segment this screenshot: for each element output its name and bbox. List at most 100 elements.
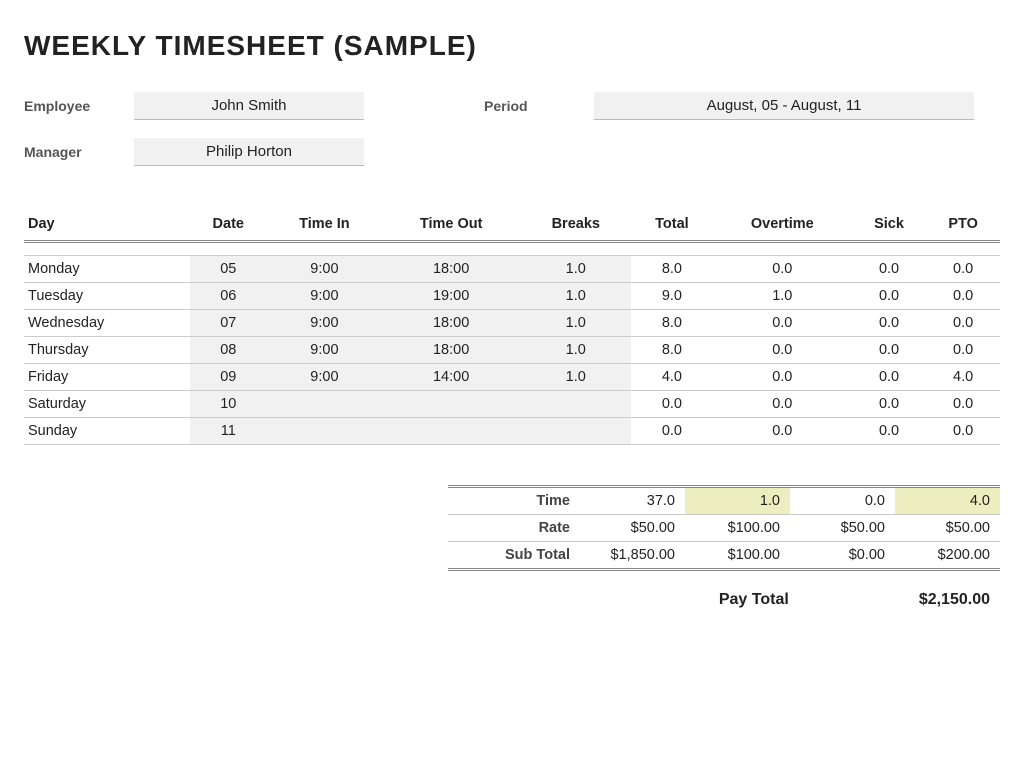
employee-label: Employee	[24, 98, 134, 114]
cell-time-in[interactable]: 9:00	[267, 283, 382, 310]
cell-time-out[interactable]: 14:00	[382, 364, 521, 391]
cell-breaks[interactable]: 1.0	[520, 283, 631, 310]
cell-total: 8.0	[631, 337, 713, 364]
cell-time-out[interactable]	[382, 418, 521, 445]
cell-overtime: 0.0	[713, 256, 852, 283]
cell-time-in[interactable]: 9:00	[267, 337, 382, 364]
cell-time-out[interactable]	[382, 391, 521, 418]
cell-pto: 4.0	[926, 364, 1000, 391]
cell-overtime: 0.0	[713, 391, 852, 418]
cell-sick: 0.0	[852, 418, 926, 445]
cell-time-in[interactable]: 9:00	[267, 256, 382, 283]
manager-value[interactable]: Philip Horton	[134, 138, 364, 166]
pay-total-label: Pay Total	[719, 591, 789, 609]
summary-rate-label: Rate	[448, 515, 580, 542]
cell-breaks[interactable]: 1.0	[520, 310, 631, 337]
cell-day: Saturday	[24, 391, 190, 418]
cell-time-in[interactable]: 9:00	[267, 364, 382, 391]
timesheet-table: Day Date Time In Time Out Breaks Total O…	[24, 210, 1000, 445]
summary-rate-ot: $100.00	[685, 515, 790, 542]
summary-time-pto: 4.0	[895, 487, 1000, 515]
cell-date[interactable]: 08	[190, 337, 267, 364]
table-row: Tuesday069:0019:001.09.01.00.00.0	[24, 283, 1000, 310]
cell-date[interactable]: 09	[190, 364, 267, 391]
cell-total: 8.0	[631, 256, 713, 283]
summary-time-ot: 1.0	[685, 487, 790, 515]
cell-total: 4.0	[631, 364, 713, 391]
table-row: Thursday089:0018:001.08.00.00.00.0	[24, 337, 1000, 364]
cell-sick: 0.0	[852, 283, 926, 310]
cell-sick: 0.0	[852, 256, 926, 283]
summary-time-label: Time	[448, 487, 580, 515]
cell-breaks[interactable]	[520, 418, 631, 445]
cell-time-out[interactable]: 18:00	[382, 310, 521, 337]
cell-total: 9.0	[631, 283, 713, 310]
col-day: Day	[24, 210, 190, 242]
cell-total: 0.0	[631, 391, 713, 418]
col-sick: Sick	[852, 210, 926, 242]
cell-overtime: 0.0	[713, 337, 852, 364]
summary-sub-sick: $0.00	[790, 542, 895, 570]
summary-sub-label: Sub Total	[448, 542, 580, 570]
cell-day: Thursday	[24, 337, 190, 364]
summary-rate-pto: $50.00	[895, 515, 1000, 542]
cell-sick: 0.0	[852, 391, 926, 418]
cell-time-out[interactable]: 18:00	[382, 337, 521, 364]
period-value[interactable]: August, 05 - August, 11	[594, 92, 974, 120]
summary-sub-pto: $200.00	[895, 542, 1000, 570]
summary-rate-total: $50.00	[580, 515, 685, 542]
cell-total: 8.0	[631, 310, 713, 337]
employee-value[interactable]: John Smith	[134, 92, 364, 120]
summary-rate-sick: $50.00	[790, 515, 895, 542]
cell-pto: 0.0	[926, 391, 1000, 418]
table-row: Friday099:0014:001.04.00.00.04.0	[24, 364, 1000, 391]
cell-pto: 0.0	[926, 310, 1000, 337]
meta-block: Employee John Smith Period August, 05 - …	[24, 92, 1000, 166]
col-date: Date	[190, 210, 267, 242]
cell-time-in[interactable]	[267, 418, 382, 445]
cell-breaks[interactable]	[520, 391, 631, 418]
table-row: Sunday110.00.00.00.0	[24, 418, 1000, 445]
col-overtime: Overtime	[713, 210, 852, 242]
summary-block: Time 37.0 1.0 0.0 4.0 Rate $50.00 $100.0…	[448, 485, 1000, 609]
table-row: Wednesday079:0018:001.08.00.00.00.0	[24, 310, 1000, 337]
cell-day: Monday	[24, 256, 190, 283]
cell-pto: 0.0	[926, 256, 1000, 283]
cell-day: Sunday	[24, 418, 190, 445]
cell-date[interactable]: 10	[190, 391, 267, 418]
cell-day: Friday	[24, 364, 190, 391]
summary-sub-ot: $100.00	[685, 542, 790, 570]
cell-time-out[interactable]: 19:00	[382, 283, 521, 310]
table-row: Monday059:0018:001.08.00.00.00.0	[24, 256, 1000, 283]
cell-overtime: 0.0	[713, 310, 852, 337]
cell-sick: 0.0	[852, 337, 926, 364]
cell-breaks[interactable]: 1.0	[520, 256, 631, 283]
cell-breaks[interactable]: 1.0	[520, 337, 631, 364]
manager-label: Manager	[24, 144, 134, 160]
cell-date[interactable]: 06	[190, 283, 267, 310]
cell-time-out[interactable]: 18:00	[382, 256, 521, 283]
cell-date[interactable]: 11	[190, 418, 267, 445]
table-row: Saturday100.00.00.00.0	[24, 391, 1000, 418]
cell-pto: 0.0	[926, 418, 1000, 445]
cell-date[interactable]: 05	[190, 256, 267, 283]
cell-sick: 0.0	[852, 364, 926, 391]
col-time-out: Time Out	[382, 210, 521, 242]
period-label: Period	[484, 98, 594, 114]
cell-pto: 0.0	[926, 337, 1000, 364]
summary-sub-total: $1,850.00	[580, 542, 685, 570]
cell-sick: 0.0	[852, 310, 926, 337]
cell-breaks[interactable]: 1.0	[520, 364, 631, 391]
cell-overtime: 0.0	[713, 364, 852, 391]
cell-time-in[interactable]	[267, 391, 382, 418]
cell-date[interactable]: 07	[190, 310, 267, 337]
cell-total: 0.0	[631, 418, 713, 445]
col-time-in: Time In	[267, 210, 382, 242]
cell-time-in[interactable]: 9:00	[267, 310, 382, 337]
cell-overtime: 0.0	[713, 418, 852, 445]
cell-pto: 0.0	[926, 283, 1000, 310]
cell-overtime: 1.0	[713, 283, 852, 310]
summary-time-total: 37.0	[580, 487, 685, 515]
col-breaks: Breaks	[520, 210, 631, 242]
cell-day: Wednesday	[24, 310, 190, 337]
